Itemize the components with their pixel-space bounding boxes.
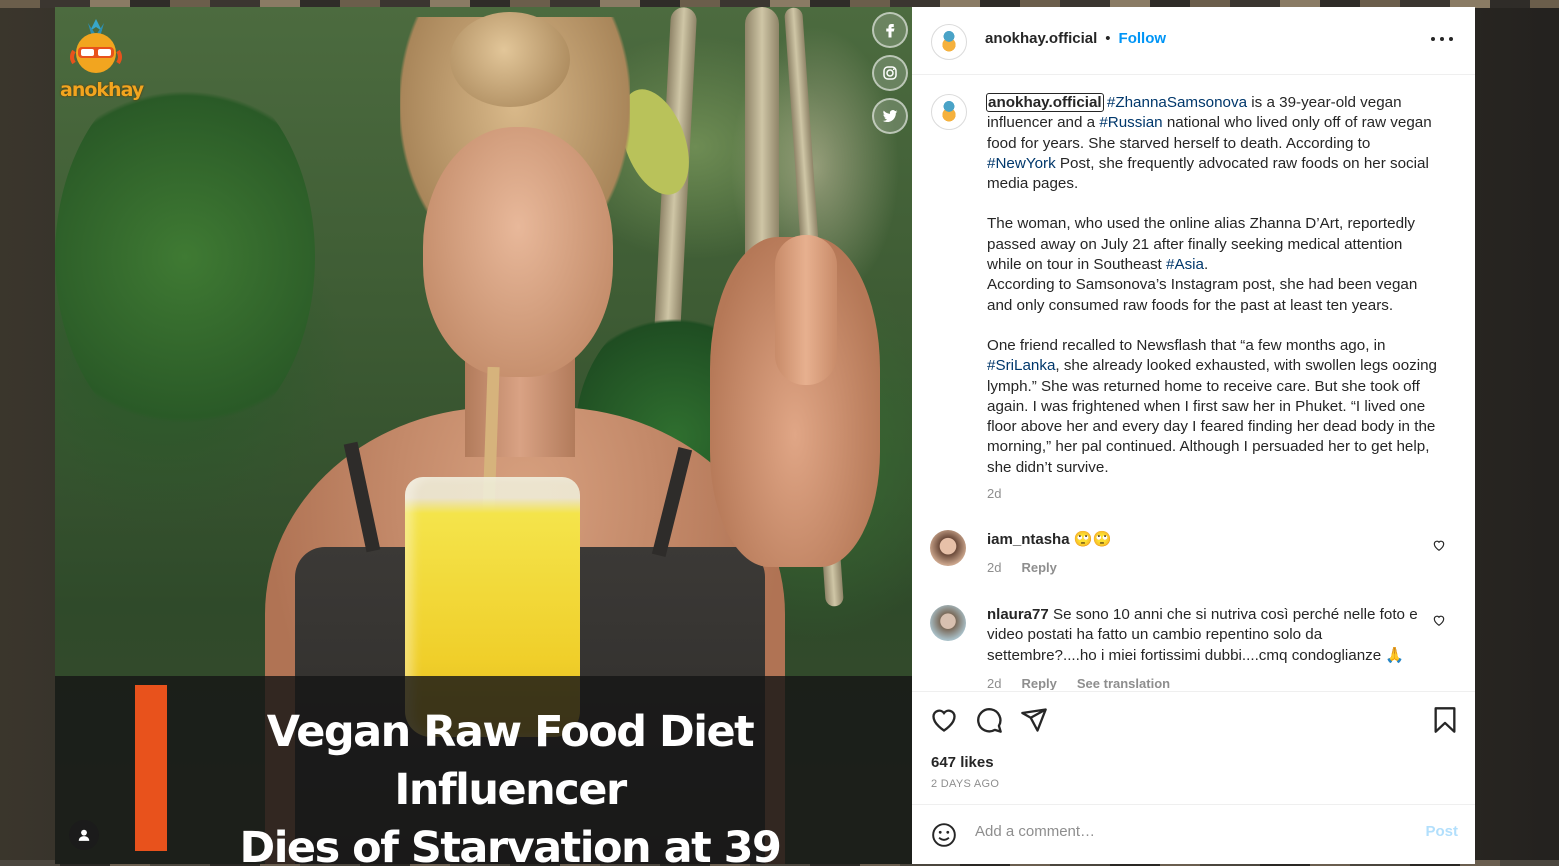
emoji-icon[interactable] (931, 822, 957, 848)
caption-text: . (1204, 256, 1209, 274)
caption-username[interactable]: anokhay.official (986, 93, 1104, 112)
instagram-icon[interactable] (872, 55, 908, 91)
post-header: anokhay.official • Follow (912, 7, 1475, 75)
commenter-avatar[interactable] (930, 605, 966, 641)
logo-text: anokhay (60, 79, 144, 101)
commenter-username[interactable]: iam_ntasha (987, 531, 1070, 548)
caption-text: , she already looked exhausted, with swo… (987, 357, 1437, 476)
reply-button[interactable]: Reply (1021, 560, 1056, 575)
post-comment-button[interactable]: Post (1425, 823, 1458, 840)
see-translation-button[interactable]: See translation (1077, 676, 1170, 690)
comment-time[interactable]: 2d (987, 676, 1001, 690)
hashtag-link[interactable]: #SriLanka (987, 357, 1055, 374)
hashtag-link[interactable]: #NewYork (987, 155, 1056, 172)
heart-icon[interactable] (930, 706, 958, 734)
person-face (423, 127, 613, 377)
caption-text: According to Samsonova’s Instagram post,… (987, 276, 1418, 314)
comment-icon[interactable] (975, 706, 1003, 734)
twitter-icon[interactable] (872, 98, 908, 134)
tagged-people-button[interactable] (69, 820, 99, 850)
headline-line-2: Dies of Starvation at 39 (239, 823, 782, 864)
reply-button[interactable]: Reply (1021, 676, 1056, 690)
author-avatar[interactable] (931, 24, 967, 60)
bookmark-icon[interactable] (1431, 706, 1459, 734)
headline-accent-bar (135, 685, 167, 851)
more-options-icon[interactable] (1431, 29, 1453, 49)
header-user-line: anokhay.official • Follow (985, 30, 1166, 48)
foliage (55, 67, 315, 447)
post-date[interactable]: 2 DAYS AGO (931, 778, 999, 790)
post-image: anokhay Vegan Raw Food Diet Influencer D… (55, 7, 912, 864)
comment-meta: 2d Reply See translation (987, 674, 1427, 690)
headline: Vegan Raw Food Diet Influencer Dies of S… (165, 703, 855, 864)
like-comment-heart-icon[interactable] (1432, 538, 1446, 552)
hashtag-link[interactable]: #ZhannaSamsonova (1107, 94, 1247, 111)
comment-time[interactable]: 2d (987, 560, 1001, 575)
person-hair-bun (450, 12, 570, 107)
thumbs-up (775, 235, 837, 385)
caption-author-avatar[interactable] (931, 94, 967, 130)
caption-text: One friend recalled to Newsflash that “a… (987, 336, 1386, 354)
comments-scroll-area[interactable]: anokhay.official #ZhannaSamsonova is a 3… (912, 75, 1475, 690)
facebook-icon[interactable] (872, 12, 908, 48)
comment-body: iam_ntasha 🙄🙄 2d Reply (987, 530, 1427, 579)
hashtag-link[interactable]: #Russian (1099, 114, 1162, 131)
author-username[interactable]: anokhay.official (985, 30, 1097, 47)
anokhay-logo: anokhay (60, 13, 144, 105)
caption-timestamp[interactable]: 2d (987, 484, 1439, 504)
comment-input[interactable]: Add a comment… (975, 823, 1095, 840)
commenter-avatar[interactable] (930, 530, 966, 566)
logo-mark-icon (70, 19, 122, 73)
comment-text: Se sono 10 anni che si nutriva così perc… (987, 606, 1418, 664)
comment-text: 🙄🙄 (1073, 531, 1112, 548)
comment-body: nlaura77 Se sono 10 anni che si nutriva … (987, 605, 1427, 690)
post-actions: 647 likes 2 DAYS AGO (912, 691, 1475, 805)
post-caption: anokhay.official #ZhannaSamsonova is a 3… (986, 93, 1439, 504)
headline-band: Vegan Raw Food Diet Influencer Dies of S… (55, 676, 912, 864)
add-comment-bar: Add a comment… Post (912, 804, 1475, 865)
post-sidebar: anokhay.official • Follow anokhay.official… (912, 7, 1475, 864)
share-icon[interactable] (1020, 706, 1048, 734)
follow-button[interactable]: Follow (1119, 30, 1167, 47)
comment-meta: 2d Reply (987, 558, 1427, 578)
commenter-username[interactable]: nlaura77 (987, 606, 1049, 623)
likes-count[interactable]: 647 likes (931, 754, 994, 771)
header-separator: • (1105, 30, 1111, 47)
person-icon (78, 829, 90, 841)
hashtag-link[interactable]: #Asia (1166, 256, 1204, 273)
headline-line-1: Vegan Raw Food Diet Influencer (266, 707, 755, 815)
like-comment-heart-icon[interactable] (1432, 613, 1446, 627)
share-rail (872, 12, 908, 141)
